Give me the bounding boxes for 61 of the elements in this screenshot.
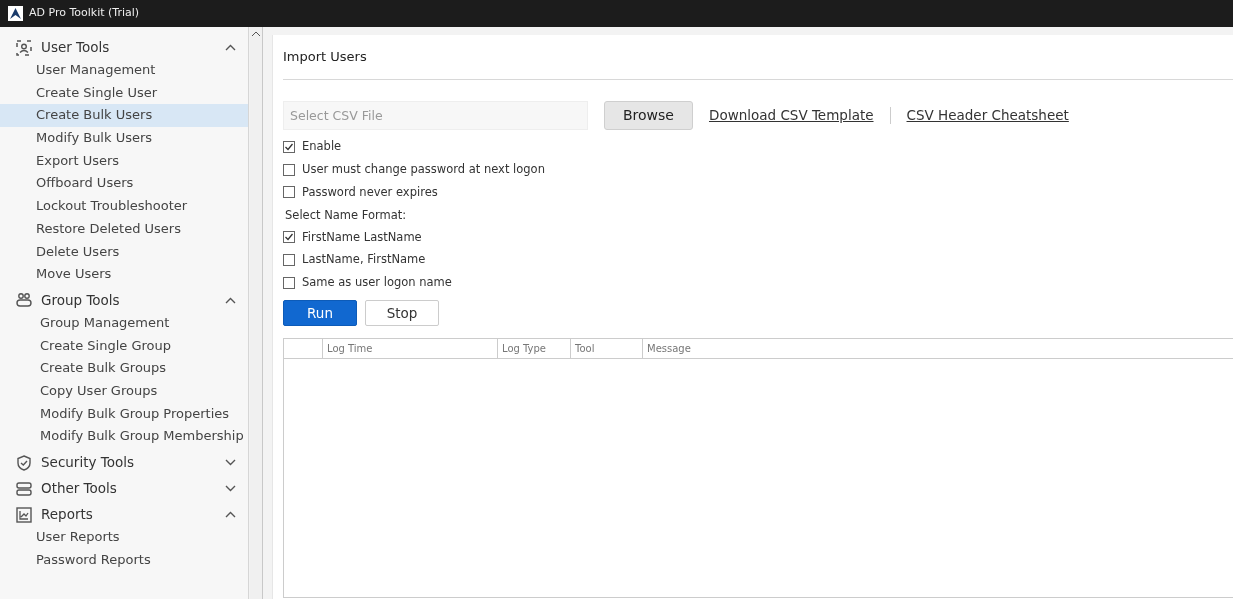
sidebar-item[interactable]: Lockout Troubleshooter: [0, 195, 248, 218]
section-header[interactable]: Security Tools: [0, 451, 248, 474]
sidebar-item[interactable]: User Reports: [0, 526, 248, 549]
chevron-down-icon[interactable]: [225, 485, 236, 492]
sidebar-item[interactable]: Move Users: [0, 263, 248, 286]
sidebar-item[interactable]: User Management: [0, 59, 248, 82]
sidebar-item[interactable]: Create Single User: [0, 81, 248, 105]
column-header[interactable]: Message: [642, 338, 1233, 358]
scrollbar[interactable]: [250, 27, 263, 599]
checkbox[interactable]: [283, 231, 295, 244]
sidebar-item[interactable]: Password Reports: [0, 548, 248, 572]
run-button[interactable]: Run: [283, 299, 357, 326]
section-header[interactable]: Group Tools: [0, 288, 248, 312]
checkbox[interactable]: [283, 253, 295, 266]
chevron-up-icon[interactable]: [225, 44, 236, 51]
chevron-up-icon[interactable]: [225, 511, 236, 518]
browse-button[interactable]: Browse: [604, 100, 693, 130]
sidebar-item[interactable]: Modify Bulk Users: [0, 127, 248, 150]
file-path-field[interactable]: Select CSV File: [283, 100, 588, 130]
sidebar-item[interactable]: Create Bulk Groups: [0, 357, 248, 380]
app-logo-icon: [8, 6, 23, 21]
user-icon: [15, 38, 33, 57]
sidebar-item[interactable]: Group Management: [0, 311, 248, 335]
section-header[interactable]: Other Tools: [0, 477, 248, 500]
sidebar-item[interactable]: Create Bulk Users: [0, 104, 248, 128]
sidebar-item[interactable]: Modify Bulk Group Properties: [0, 402, 248, 426]
checkbox[interactable]: [283, 163, 295, 176]
stop-button[interactable]: Stop: [365, 299, 439, 326]
checkbox-label: Enable: [302, 138, 342, 156]
shield-icon: [15, 453, 33, 472]
checkbox-label: LastName, FirstName: [302, 251, 426, 269]
server-icon: [15, 479, 33, 498]
chevron-up-icon[interactable]: [225, 296, 236, 304]
column-header[interactable]: Log Time: [322, 338, 497, 358]
checkbox[interactable]: [283, 140, 295, 153]
checkbox[interactable]: [283, 186, 295, 199]
checkbox-label: FirstName LastName: [302, 228, 422, 246]
sidebar-item[interactable]: Offboard Users: [0, 172, 248, 196]
sidebar-item[interactable]: Modify Bulk Group Membership: [0, 425, 248, 448]
column-header[interactable]: Tool: [570, 338, 642, 358]
sidebar-item[interactable]: Copy User Groups: [0, 379, 248, 403]
group-icon: [15, 291, 33, 310]
window-title: AD Pro Toolkit (Trial): [29, 5, 140, 22]
section-label: Select Name Format:: [285, 206, 408, 224]
chevron-down-icon[interactable]: [225, 459, 236, 466]
link[interactable]: CSV Header Cheatsheet: [906, 104, 1069, 126]
section-header[interactable]: Reports: [0, 503, 248, 526]
section-header[interactable]: User Tools: [0, 36, 248, 59]
panel-title: Import Users: [283, 47, 1233, 80]
link[interactable]: Download CSV Template: [709, 104, 874, 126]
sidebar-item[interactable]: Create Single Group: [0, 334, 248, 358]
sidebar-item[interactable]: Restore Deleted Users: [0, 217, 248, 241]
chart-icon: [15, 505, 33, 524]
checkbox-label: Password never expires: [302, 183, 438, 201]
sidebar-item[interactable]: Delete Users: [0, 240, 248, 264]
checkbox-label: Same as user logon name: [302, 273, 452, 291]
sidebar-item[interactable]: Export Users: [0, 149, 248, 173]
checkbox[interactable]: [283, 276, 295, 289]
scroll-up-icon[interactable]: [252, 31, 260, 37]
checkbox-label: User must change password at next logon: [302, 160, 545, 178]
column-header[interactable]: Log Type: [497, 338, 570, 358]
